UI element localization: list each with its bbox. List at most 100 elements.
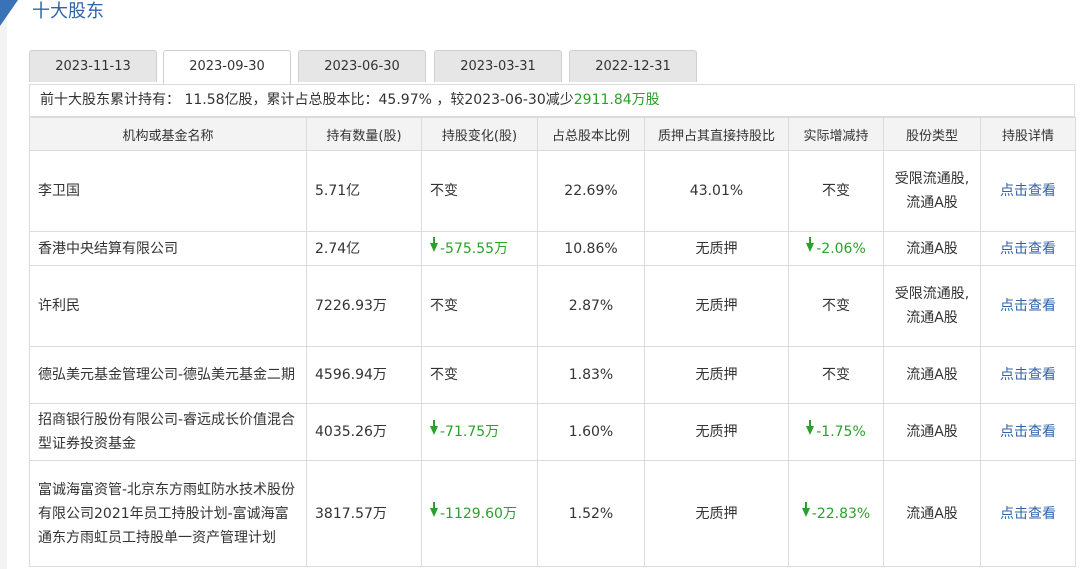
view-detail-link[interactable]: 点击查看 (1000, 367, 1056, 383)
holder-shares: 7226.93万 (306, 265, 422, 347)
holder-actual-value: 不变 (822, 298, 850, 314)
holder-actual-value: -1.75% (816, 424, 866, 440)
holder-change: 不变 (421, 265, 538, 347)
holder-name: 富诚海富资管-北京东方雨虹防水技术股份有限公司2021年员工持股计划-富诚海富通… (29, 460, 307, 567)
col-header-change[interactable]: 持股变化(股) (421, 117, 538, 151)
holder-detail-cell: 点击查看 (980, 346, 1076, 404)
table-row: 李卫国 5.71亿 不变 22.69% 43.01% 不变 受限流通股,流通A股… (29, 150, 1076, 232)
view-detail-link[interactable]: 点击查看 (1000, 506, 1056, 522)
holder-name: 德弘美元基金管理公司-德弘美元基金二期 (29, 346, 307, 404)
holder-pledge: 无质押 (644, 403, 789, 461)
holder-share-type: 受限流通股,流通A股 (883, 265, 981, 347)
holder-detail-cell: 点击查看 (980, 150, 1076, 232)
holder-actual: 不变 (788, 150, 884, 232)
summary-compare-date: 2023-06-30 (464, 92, 546, 108)
holder-change-value: 不变 (430, 367, 458, 383)
summary-change-label: 减少 (545, 92, 574, 108)
table-row: 富诚海富资管-北京东方雨虹防水技术股份有限公司2021年员工持股计划-富诚海富通… (29, 460, 1076, 567)
holder-change-value: -575.55万 (440, 240, 509, 257)
holder-detail-cell: 点击查看 (980, 460, 1076, 567)
holder-ratio: 1.52% (537, 460, 645, 567)
col-header-shares[interactable]: 持有数量(股) (306, 117, 422, 151)
holder-share-type: 流通A股 (883, 460, 981, 567)
holder-actual: -2.06% (788, 231, 884, 266)
holder-ratio: 2.87% (537, 265, 645, 347)
arrow-down-icon (430, 420, 438, 435)
col-header-name[interactable]: 机构或基金名称 (29, 117, 307, 151)
view-detail-link[interactable]: 点击查看 (1000, 298, 1056, 314)
holder-actual-value: 不变 (822, 183, 850, 199)
holder-shares: 4035.26万 (306, 403, 422, 461)
holder-share-type: 受限流通股,流通A股 (883, 150, 981, 232)
holder-ratio: 10.86% (537, 231, 645, 266)
holder-ratio: 22.69% (537, 150, 645, 232)
holder-share-type: 流通A股 (883, 231, 981, 266)
section-marker-icon (0, 0, 18, 26)
view-detail-link[interactable]: 点击查看 (1000, 183, 1056, 199)
holdings-summary: 前十大股东累计持有： 11.58亿股，累计占总股本比：45.97% ，较2023… (29, 84, 1075, 117)
holder-change: 不变 (421, 150, 538, 232)
holder-change-value: 不变 (430, 298, 458, 314)
holder-share-type: 流通A股 (883, 403, 981, 461)
holder-pledge: 无质押 (644, 265, 789, 347)
holder-name: 李卫国 (29, 150, 307, 232)
table-row: 许利民 7226.93万 不变 2.87% 无质押 不变 受限流通股,流通A股 … (29, 265, 1076, 347)
tab-2023-09-30[interactable]: 2023-09-30 (163, 50, 291, 84)
holder-pledge: 43.01% (644, 150, 789, 232)
holder-name: 许利民 (29, 265, 307, 347)
section-header: 十大股东 (0, 0, 1080, 26)
holder-change: -71.75万 (421, 403, 538, 461)
holder-actual: 不变 (788, 265, 884, 347)
view-detail-link[interactable]: 点击查看 (1000, 424, 1056, 440)
holder-shares: 5.71亿 (306, 150, 422, 232)
holder-detail-cell: 点击查看 (980, 265, 1076, 347)
tab-2022-12-31[interactable]: 2022-12-31 (569, 50, 697, 82)
holder-change: 不变 (421, 346, 538, 404)
tab-2023-11-13[interactable]: 2023-11-13 (29, 50, 157, 82)
arrow-down-icon (430, 501, 438, 517)
holder-name: 香港中央结算有限公司 (29, 231, 307, 266)
holder-actual-value: -2.06% (816, 240, 866, 257)
table-row: 德弘美元基金管理公司-德弘美元基金二期 4596.94万 不变 1.83% 无质… (29, 346, 1076, 404)
holder-shares: 3817.57万 (306, 460, 422, 567)
holder-actual: -22.83% (788, 460, 884, 567)
holder-detail-cell: 点击查看 (980, 231, 1076, 266)
arrow-down-icon (801, 501, 810, 517)
col-header-ratio[interactable]: 占总股本比例 (537, 117, 645, 151)
col-header-detail[interactable]: 持股详情 (980, 117, 1076, 151)
holder-detail-cell: 点击查看 (980, 403, 1076, 461)
holder-change-value: -1129.60万 (440, 505, 517, 522)
summary-change-amount: 2911.84万股 (573, 92, 660, 108)
holder-shares: 4596.94万 (306, 346, 422, 404)
holder-change: -575.55万 (421, 231, 538, 266)
view-detail-link[interactable]: 点击查看 (1000, 241, 1056, 257)
left-edge-line (0, 0, 7, 569)
col-header-type[interactable]: 股份类型 (883, 117, 981, 151)
holder-ratio: 1.83% (537, 346, 645, 404)
holder-pledge: 无质押 (644, 346, 789, 404)
holder-change-value: 不变 (430, 183, 458, 199)
holder-share-type: 流通A股 (883, 346, 981, 404)
holder-ratio: 1.60% (537, 403, 645, 461)
holder-actual-value: 不变 (822, 367, 850, 383)
holder-actual: 不变 (788, 346, 884, 404)
holder-name: 招商银行股份有限公司-睿远成长价值混合型证券投资基金 (29, 403, 307, 461)
holder-pledge: 无质押 (644, 231, 789, 266)
tab-2023-03-31[interactable]: 2023-03-31 (434, 50, 562, 82)
col-header-actual[interactable]: 实际增减持 (788, 117, 884, 151)
tab-2023-06-30[interactable]: 2023-06-30 (298, 50, 426, 82)
holder-change: -1129.60万 (421, 460, 538, 567)
arrow-down-icon (806, 420, 815, 435)
table-header-row: 机构或基金名称 持有数量(股) 持股变化(股) 占总股本比例 质押占其直接持股比… (29, 117, 1076, 151)
summary-text: 前十大股东累计持有： 11.58亿股，累计占总股本比：45.97% ，较 (40, 92, 465, 108)
holder-shares: 2.74亿 (306, 231, 422, 266)
holder-actual: -1.75% (788, 403, 884, 461)
holder-pledge: 无质押 (644, 460, 789, 567)
table-row: 招商银行股份有限公司-睿远成长价值混合型证券投资基金 4035.26万 -71.… (29, 403, 1076, 461)
arrow-down-icon (806, 236, 815, 252)
section-title: 十大股东 (32, 1, 104, 22)
holder-change-value: -71.75万 (440, 424, 500, 440)
col-header-pledge[interactable]: 质押占其直接持股比 (644, 117, 789, 151)
holder-actual-value: -22.83% (811, 505, 871, 522)
arrow-down-icon (430, 236, 438, 252)
